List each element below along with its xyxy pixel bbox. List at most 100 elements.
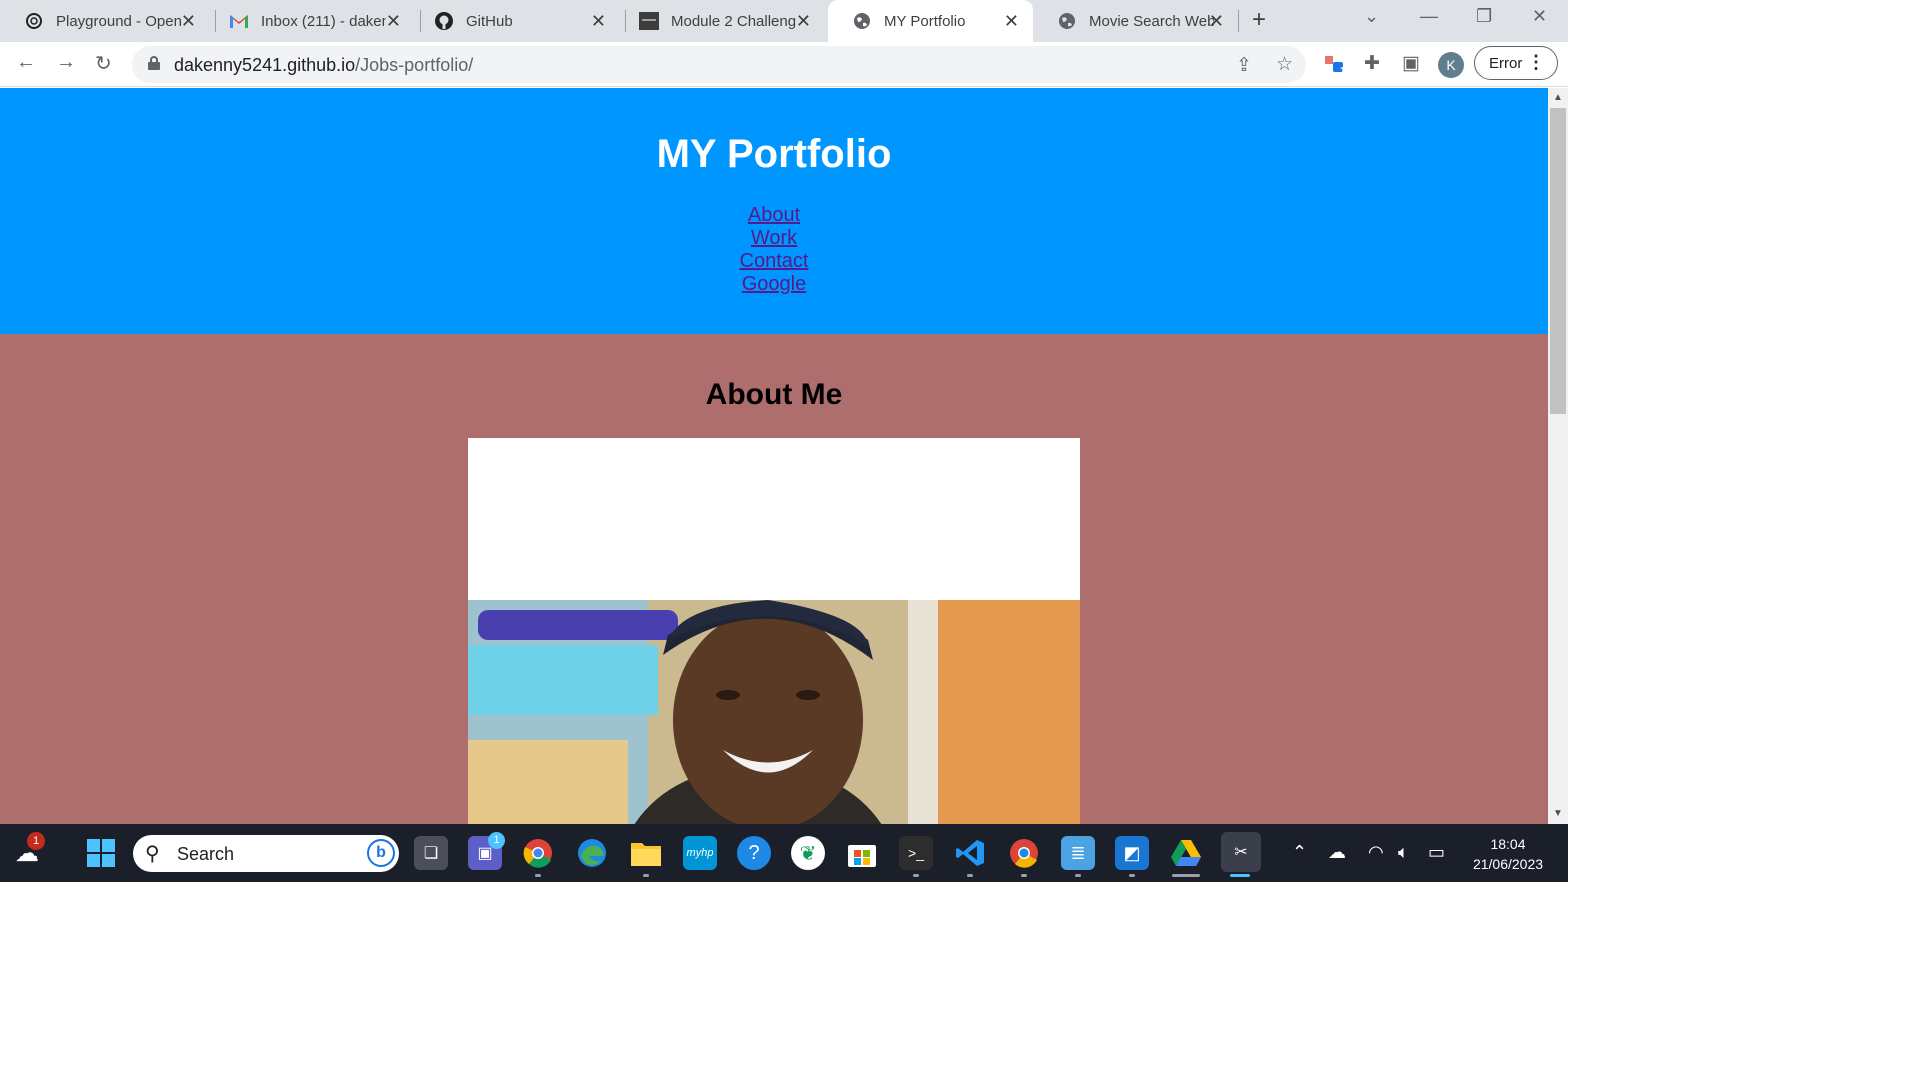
chrome-profile-icon[interactable] (1007, 836, 1041, 870)
terminal-icon[interactable]: >_ (899, 836, 933, 870)
page-viewport: MY Portfolio About Work Contact Google A… (0, 88, 1548, 824)
chrome-icon[interactable] (521, 836, 555, 870)
close-icon[interactable]: ✕ (386, 11, 401, 32)
file-explorer-icon[interactable] (629, 836, 663, 870)
close-icon[interactable]: ✕ (591, 11, 606, 32)
myhp-icon[interactable]: myhp (683, 836, 717, 870)
tab-my-portfolio[interactable]: MY Portfolio ✕ (828, 0, 1033, 42)
github-icon (434, 11, 454, 31)
side-panel-icon[interactable]: ▣ (1402, 52, 1420, 75)
nav-link-work[interactable]: Work (0, 227, 1548, 250)
puzzle-icon[interactable]: ✚ (1364, 52, 1380, 75)
profile-photo (468, 600, 1080, 824)
battery-icon[interactable]: ▭ (1428, 842, 1445, 863)
about-section: About Me (0, 334, 1548, 824)
taskbar-clock[interactable]: 18:04 21/06/2023 (1460, 834, 1556, 874)
snipping-tool-icon[interactable]: ✂ (1221, 832, 1261, 872)
page-scrollbar[interactable]: ▲ ▼ (1548, 88, 1568, 824)
task-view-icon[interactable]: ❏ (414, 836, 448, 870)
globe-icon (1057, 11, 1077, 31)
url-text[interactable]: dakenny5241.github.io/Jobs-portfolio/ (174, 55, 473, 76)
running-indicator (643, 874, 649, 877)
profile-avatar[interactable]: K (1438, 52, 1464, 78)
tab-module-2[interactable]: Module 2 Challenge ✕ (615, 0, 825, 42)
tab-strip: Playground - OpenAI ✕ Inbox (211) - dake… (0, 0, 1568, 42)
get-help-icon[interactable]: ? (737, 836, 771, 870)
tab-label: MY Portfolio (884, 12, 966, 30)
tab-label: Playground - OpenAI (56, 12, 181, 30)
extension-badge: 1 (1340, 66, 1346, 77)
minimize-icon[interactable]: — (1420, 6, 1438, 27)
restore-icon[interactable]: ❐ (1476, 6, 1492, 27)
taskbar-search-box[interactable]: ⚲ Search b (133, 835, 399, 872)
taskbar-search-placeholder: Search (177, 844, 235, 864)
tab-separator (1238, 10, 1239, 32)
scroll-down-icon[interactable]: ▼ (1553, 808, 1563, 819)
browser-toolbar: ← → ↻ dakenny5241.github.io/Jobs-portfol… (0, 42, 1568, 87)
running-indicator (1172, 874, 1200, 877)
running-indicator (913, 874, 919, 877)
lock-icon[interactable] (148, 56, 160, 70)
wifi-icon[interactable]: ◠ (1368, 842, 1384, 863)
openai-icon (24, 11, 44, 31)
nav-link-google[interactable]: Google (0, 273, 1548, 296)
bookmark-star-icon[interactable]: ☆ (1276, 53, 1293, 76)
close-icon[interactable]: ✕ (181, 11, 196, 32)
nav-link-about[interactable]: About (0, 204, 1548, 227)
close-window-icon[interactable]: ✕ (1532, 6, 1547, 27)
share-icon[interactable]: ⇪ (1236, 54, 1252, 77)
address-bar[interactable]: dakenny5241.github.io/Jobs-portfolio/ ⇪ … (132, 46, 1306, 83)
tab-github[interactable]: GitHub ✕ (410, 0, 620, 42)
globe-icon (852, 11, 872, 31)
vscode-icon[interactable] (953, 836, 987, 870)
reload-icon[interactable]: ↻ (95, 51, 112, 76)
tab-playground[interactable]: Playground - OpenAI ✕ (0, 0, 210, 42)
back-icon[interactable]: ← (16, 51, 36, 74)
tab-label: GitHub (466, 12, 513, 30)
url-path: /Jobs-portfolio/ (355, 55, 474, 75)
close-icon[interactable]: ✕ (1004, 11, 1019, 32)
windows-start-icon[interactable] (84, 836, 118, 870)
volume-icon[interactable]: 🔈︎ (1398, 842, 1409, 863)
photos-icon[interactable]: ◩ (1115, 836, 1149, 870)
microsoft-store-icon[interactable] (845, 836, 879, 870)
teams-badge: 1 (488, 832, 505, 849)
search-icon: ⚲ (145, 843, 160, 865)
running-indicator (967, 874, 973, 877)
edge-icon[interactable] (575, 836, 609, 870)
tab-search-icon[interactable]: ⌄ (1364, 6, 1379, 27)
close-icon[interactable]: ✕ (796, 11, 811, 32)
tab-movie-search[interactable]: Movie Search Website ✕ (1033, 0, 1238, 42)
forward-icon[interactable]: → (56, 51, 76, 74)
clock-date: 21/06/2023 (1472, 856, 1544, 872)
gmail-icon (229, 11, 249, 31)
tab-label: Inbox (211) - dakenny (261, 12, 386, 30)
close-icon[interactable]: ✕ (1209, 11, 1224, 32)
running-indicator (1021, 874, 1027, 877)
about-heading: About Me (705, 378, 843, 411)
page-title: MY Portfolio (656, 132, 892, 176)
error-label: Error (1489, 55, 1523, 72)
site-nav: About Work Contact Google (0, 204, 1548, 296)
tab-label: Movie Search Website (1089, 12, 1214, 30)
clock-time: 18:04 (1490, 836, 1526, 852)
menu-dots-icon[interactable]: ⋮ (1527, 52, 1545, 73)
bing-icon[interactable]: b (367, 839, 395, 867)
new-tab-button[interactable]: + (1252, 6, 1266, 34)
error-button[interactable]: Error ⋮ (1474, 46, 1558, 80)
tab-label: Module 2 Challenge (671, 12, 796, 30)
site-header: MY Portfolio About Work Contact Google (0, 88, 1548, 334)
running-indicator (1075, 874, 1081, 877)
weather-badge: 1 (27, 832, 45, 850)
active-indicator (1230, 874, 1250, 877)
tab-inbox[interactable]: Inbox (211) - dakenny ✕ (205, 0, 415, 42)
nav-link-contact[interactable]: Contact (0, 250, 1548, 273)
scroll-thumb[interactable] (1550, 108, 1566, 414)
show-hidden-icons-icon[interactable]: ⌃ (1292, 842, 1307, 863)
mongodb-icon[interactable]: ❦ (791, 836, 825, 870)
google-drive-icon[interactable] (1169, 836, 1203, 870)
scroll-up-icon[interactable]: ▲ (1553, 92, 1563, 103)
notepad-icon[interactable]: ≣ (1061, 836, 1095, 870)
module-icon (639, 11, 659, 31)
onedrive-icon[interactable]: ☁ (1328, 842, 1346, 863)
